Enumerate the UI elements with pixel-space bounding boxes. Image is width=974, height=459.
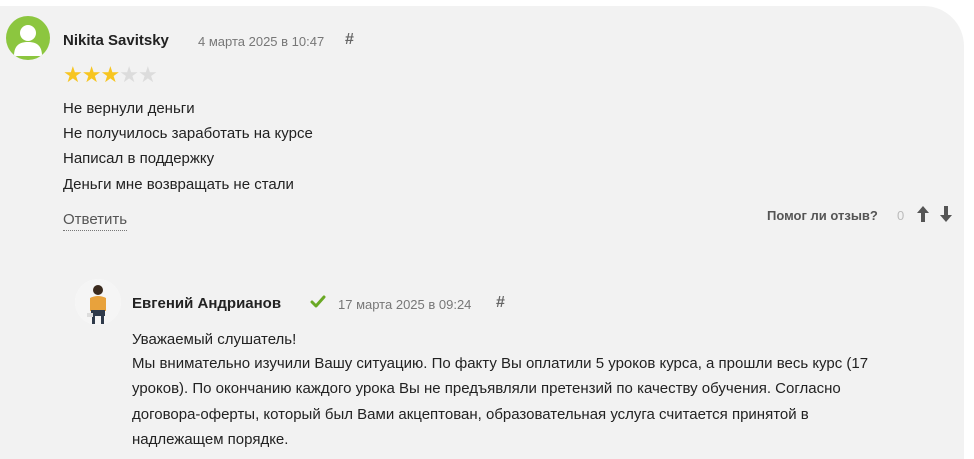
- reply-button[interactable]: Ответить: [63, 211, 128, 231]
- reply-text-line: договора-оферты, который был Вами акцепт…: [132, 406, 809, 423]
- review-date: 4 марта 2025 в 10:47: [198, 34, 325, 49]
- helpful-question: Помог ли отзыв?: [767, 208, 878, 223]
- reply-permalink[interactable]: #: [496, 294, 505, 312]
- star-icon: ★: [81, 62, 102, 87]
- review-text-line: Написал в поддержку: [63, 150, 215, 167]
- reply-author: Евгений Андрианов: [132, 295, 282, 312]
- reply-author-avatar: [75, 279, 121, 325]
- reply-text-line: Уважаемый слушатель!: [132, 331, 297, 348]
- reply-date: 17 марта 2025 в 09:24: [338, 297, 472, 312]
- star-empty-icon: ★: [137, 62, 158, 87]
- review-text-line: Не получилось заработать на курсе: [63, 125, 313, 142]
- reply-text-line: уроков). По окончанию каждого урока Вы н…: [132, 380, 841, 397]
- review-text-line: Деньги мне возвращать не стали: [63, 176, 294, 193]
- reply-text-line: надлежащем порядке.: [132, 431, 289, 448]
- star-empty-icon: ★: [119, 62, 139, 87]
- arrow-up-icon[interactable]: [916, 205, 930, 223]
- user-avatar-icon: [6, 16, 50, 60]
- star-icon: ★: [100, 62, 120, 87]
- arrow-down-icon[interactable]: [939, 205, 953, 223]
- helpful-count: 0: [897, 208, 905, 223]
- star-icon: ★: [63, 62, 83, 87]
- review-text-line: Не вернули деньги: [63, 100, 195, 117]
- review-permalink[interactable]: #: [345, 31, 354, 49]
- rating-stars: ★★★★★: [63, 62, 158, 87]
- verified-check-icon: [310, 294, 326, 310]
- review-author: Nikita Savitsky: [63, 32, 169, 49]
- reply-text-line: Мы внимательно изучили Вашу ситуацию. По…: [132, 355, 869, 372]
